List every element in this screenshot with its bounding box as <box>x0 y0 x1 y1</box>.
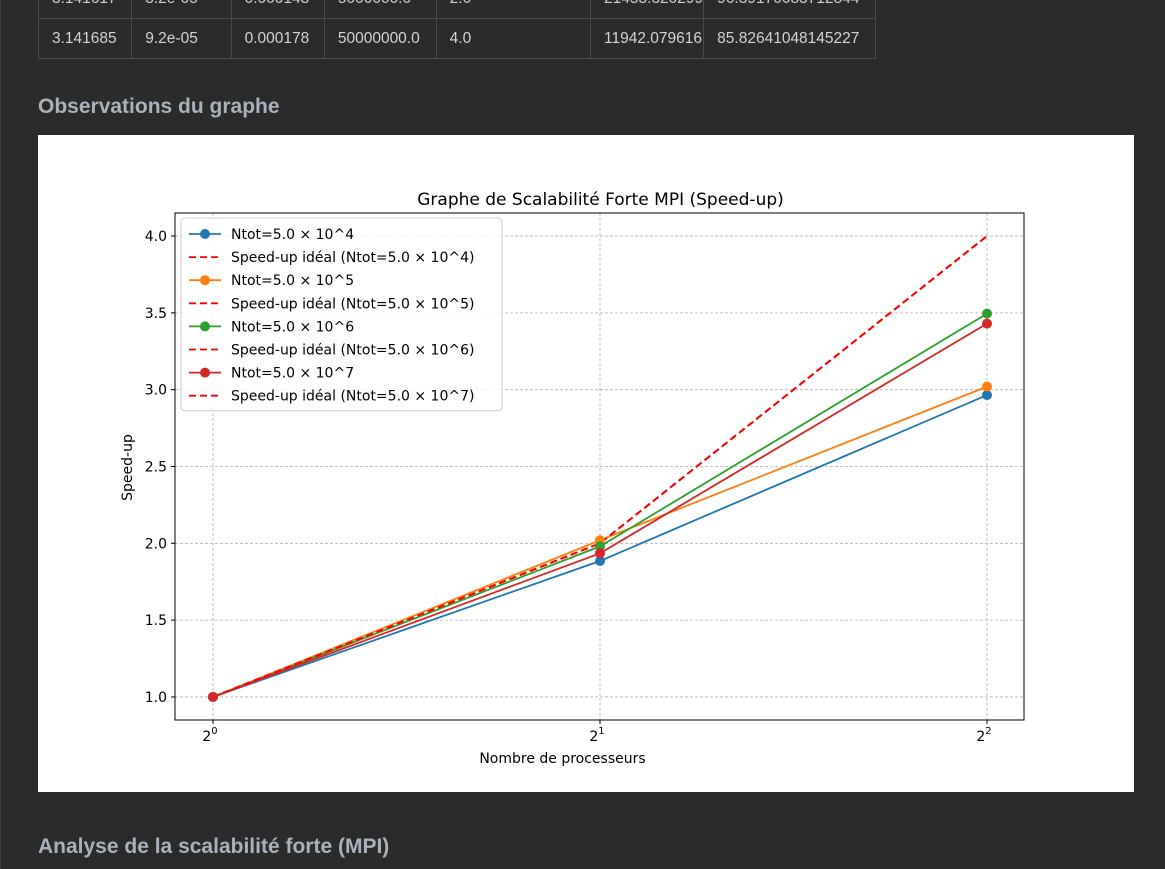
y-tick-label: 2.0 <box>145 536 167 552</box>
table-cell: 3.141685 <box>37 18 133 59</box>
legend-label: Ntot=5.0 × 10^4 <box>231 227 354 243</box>
y-tick-label: 2.5 <box>145 460 167 476</box>
table-cell: 50000000.0 <box>323 18 437 59</box>
x-axis-label: Nombre de processeurs <box>479 751 645 767</box>
table-cell: 2.0 <box>435 0 592 19</box>
y-axis-label: Speed-up <box>120 434 136 501</box>
legend-label: Ntot=5.0 × 10^5 <box>231 273 354 289</box>
table-row: 3.141617 3.2e-05 0.000143 5000000.0 2.0 … <box>37 0 1015 19</box>
legend-marker <box>200 367 210 378</box>
legend-label: Speed-up idéal (Ntot=5.0 × 10^6) <box>231 343 474 359</box>
analyse-heading: Analyse de la scalabilité forte (MPI) <box>38 835 390 858</box>
speedup-chart-figure: 1.0 1.5 2.0 2.5 3.0 3.5 4.0 20 21 22 Graphe de Sca… <box>38 135 1134 792</box>
table-row: 3.141685 9.2e-05 0.000178 50000000.0 4.0… <box>37 18 1015 59</box>
table-cell: 21453.320299 <box>590 0 705 19</box>
y-tick-label: 1.5 <box>145 613 167 629</box>
results-table: 3.141617 3.2e-05 0.000143 5000000.0 2.0 … <box>37 0 1015 59</box>
y-tick-label: 3.0 <box>145 383 167 399</box>
data-point <box>208 691 218 702</box>
table-cell: 4.0 <box>435 18 592 59</box>
data-point <box>982 308 992 319</box>
y-tick-label: 1.0 <box>145 690 167 706</box>
legend-label: Speed-up idéal (Ntot=5.0 × 10^5) <box>231 296 474 312</box>
legend-label: Speed-up idéal (Ntot=5.0 × 10^4) <box>231 250 474 266</box>
table-cell: 96.39170083712844 <box>703 0 877 19</box>
observations-heading: Observations du graphe <box>38 95 280 118</box>
data-point <box>982 381 992 392</box>
table-cell: 0.000178 <box>230 18 325 59</box>
legend-box <box>180 217 503 412</box>
data-point <box>595 548 605 559</box>
legend-marker <box>200 229 210 239</box>
legend-label: Speed-up idéal (Ntot=5.0 × 10^7) <box>231 389 474 405</box>
chart-title: Graphe de Scalabilité Forte MPI (Speed-u… <box>417 190 784 210</box>
y-tick-label: 4.0 <box>145 229 167 245</box>
x-tick-label: 21 <box>589 726 604 745</box>
table-cell: 3.2e-05 <box>131 0 232 19</box>
table-cell: 0.000143 <box>230 0 325 19</box>
speedup-chart: 1.0 1.5 2.0 2.5 3.0 3.5 4.0 20 21 22 Graphe de Sca… <box>120 190 1025 767</box>
notebook-page: 3.141617 3.2e-05 0.000143 5000000.0 2.0 … <box>0 0 1165 869</box>
table-cell: 11942.079616 <box>590 18 705 59</box>
table-cell: 9.2e-05 <box>131 18 232 59</box>
y-tick-label: 3.5 <box>145 306 167 322</box>
legend-label: Ntot=5.0 × 10^6 <box>231 319 354 335</box>
results-table-container: 3.141617 3.2e-05 0.000143 5000000.0 2.0 … <box>37 0 1015 59</box>
x-tick-label: 20 <box>202 726 217 745</box>
legend-marker <box>200 275 210 286</box>
table-cell: 3.141617 <box>37 0 133 19</box>
table-cell: 85.82641048145227 <box>703 18 877 59</box>
x-tick-label: 22 <box>976 726 991 745</box>
legend-marker <box>200 321 210 332</box>
data-point <box>982 318 992 329</box>
legend-label: Ntot=5.0 × 10^7 <box>231 366 354 382</box>
table-cell: 5000000.0 <box>323 0 437 19</box>
